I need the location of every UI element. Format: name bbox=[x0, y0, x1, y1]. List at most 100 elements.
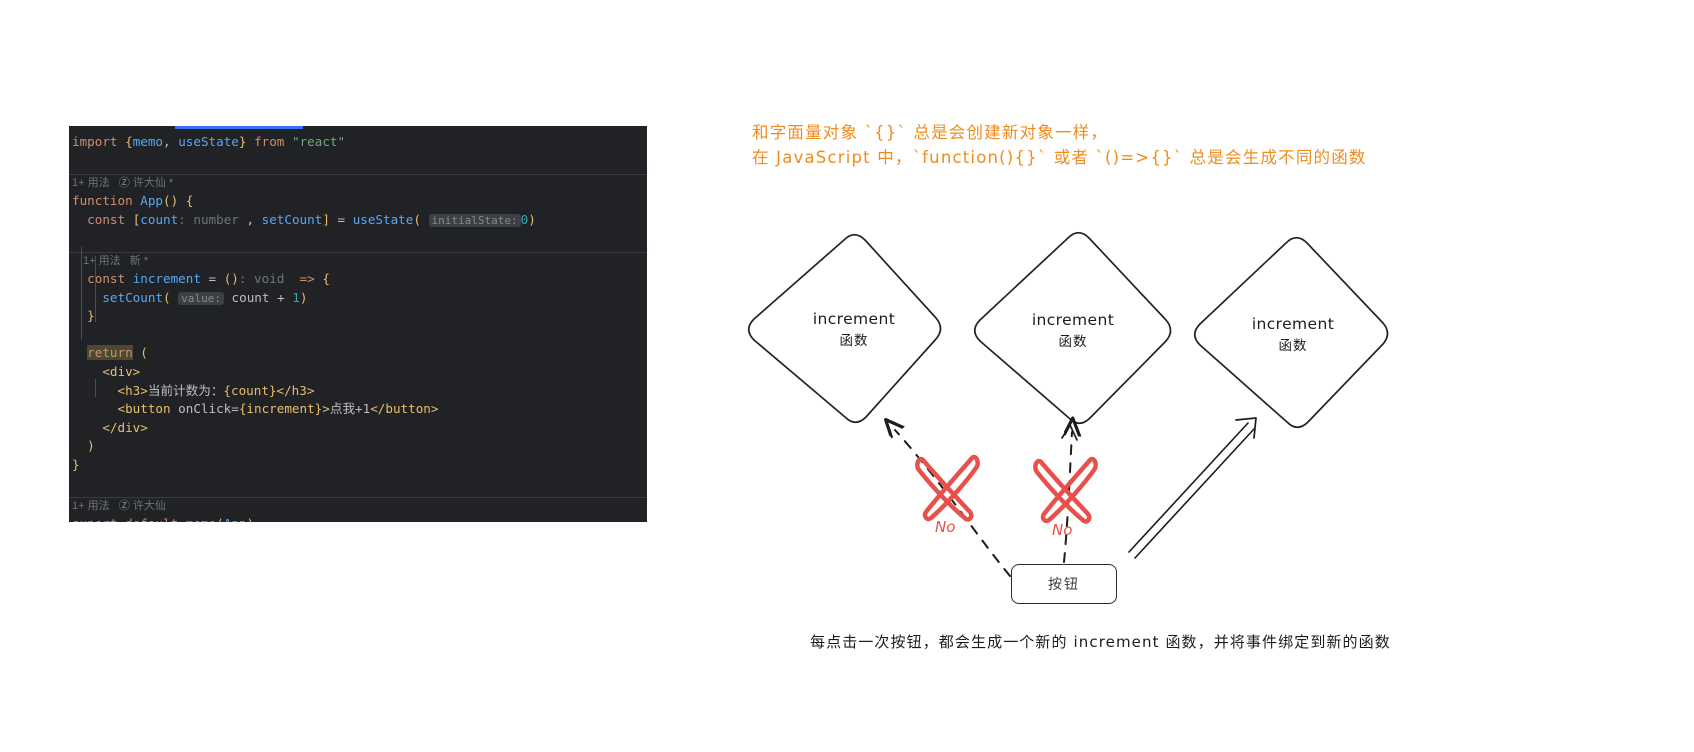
reject-label-2: No bbox=[1052, 521, 1073, 539]
code-line-div-open: <div> bbox=[69, 363, 647, 382]
node-label-3-en: increment bbox=[1251, 315, 1335, 333]
node-label-1: increment 函数 bbox=[764, 310, 944, 349]
arrow-solid-3 bbox=[1128, 422, 1249, 553]
code-editor-panel[interactable]: import {memo, useState} from "react" 1+ … bbox=[69, 126, 647, 522]
return-close-paren: ) bbox=[87, 438, 95, 454]
memo-paren-open: ( bbox=[216, 516, 224, 522]
node-label-1-cn: 函数 bbox=[839, 333, 869, 349]
type-hint-count: : number bbox=[178, 211, 239, 227]
arrow-operator: => bbox=[299, 270, 315, 286]
code-line-import: import {memo, useState} from "react" bbox=[69, 133, 647, 152]
call-paren-close: ) bbox=[528, 211, 536, 227]
screenshot-root: import {memo, useState} from "react" 1+ … bbox=[0, 0, 1694, 752]
indent-guide bbox=[81, 247, 82, 340]
arrow-parens: () bbox=[223, 270, 239, 286]
arrow-tick-2 bbox=[1061, 424, 1078, 441]
button-node-label: 按钮 bbox=[1048, 577, 1080, 593]
code-lens-author[interactable]: 许大仙 bbox=[133, 500, 166, 512]
indent-guide bbox=[95, 256, 96, 266]
reject-mark-2 bbox=[1033, 456, 1098, 524]
jsx-onclick-attr: onClick= bbox=[178, 401, 239, 417]
type-hint-void: : void bbox=[238, 270, 285, 286]
indent-guide bbox=[95, 266, 96, 322]
brace-close: } bbox=[238, 134, 247, 149]
var-increment: increment bbox=[132, 270, 201, 286]
diagram-caption: 每点击一次按钮，都会生成一个新的 increment 函数，并将事件绑定到新的函… bbox=[810, 633, 1391, 651]
import-usestate: useState bbox=[178, 134, 239, 149]
code-line-export: export default memo(App) bbox=[69, 515, 647, 522]
destructure-comma: , bbox=[246, 211, 262, 227]
selection-indicator bbox=[175, 126, 303, 129]
node-label-2-cn: 函数 bbox=[1058, 334, 1088, 350]
call-paren-open: ( bbox=[413, 211, 421, 227]
return-paren: ( bbox=[140, 345, 148, 361]
function-close-brace: } bbox=[72, 456, 80, 472]
code-lens-app[interactable]: 1+ 用法 Ⓩ 许大仙 * bbox=[69, 175, 647, 192]
jsx-h3-close: </h3> bbox=[276, 382, 315, 398]
code-lens-export[interactable]: 1+ 用法 Ⓩ 许大仙 bbox=[69, 498, 647, 515]
arrow-solid-3b bbox=[1134, 428, 1255, 559]
import-memo: memo bbox=[132, 134, 164, 149]
import-comma: , bbox=[163, 134, 179, 149]
var-setcount: setCount bbox=[261, 211, 323, 227]
keyword-default: default bbox=[125, 516, 178, 522]
memo-arg-app: App bbox=[224, 516, 247, 522]
code-line-return-close: ) bbox=[69, 437, 647, 456]
author-icon: Ⓩ bbox=[118, 500, 130, 513]
reject-label-1: No bbox=[935, 518, 956, 536]
keyword-return: return bbox=[87, 345, 133, 361]
code-lens-usages[interactable]: 1+ 用法 bbox=[72, 177, 110, 189]
assign-operator: = bbox=[208, 270, 217, 286]
jsx-div-close: </div> bbox=[102, 419, 148, 435]
code-lens-author[interactable]: 许大仙 * bbox=[133, 177, 173, 189]
ref-count: count bbox=[231, 289, 270, 305]
jsx-h3-text: 当前计数为： bbox=[147, 382, 224, 398]
author-icon: Ⓩ bbox=[118, 177, 130, 190]
code-line-h3: <h3>当前计数为：{count}</h3> bbox=[69, 382, 647, 401]
call-paren-close: ) bbox=[299, 289, 308, 305]
call-setcount: setCount bbox=[102, 289, 164, 305]
jsx-div-open: <div> bbox=[102, 363, 141, 379]
node-label-3-cn: 函数 bbox=[1278, 338, 1308, 354]
code-line-function-close: } bbox=[69, 456, 647, 475]
code-lens-author[interactable]: 新 * bbox=[130, 255, 148, 267]
diagram-panel: 和字面量对象 `{}` 总是会创建新对象一样， 在 JavaScript 中，`… bbox=[680, 0, 1694, 752]
button-node[interactable]: 按钮 bbox=[1011, 564, 1117, 604]
jsx-increment-expression: {increment} bbox=[238, 401, 323, 417]
keyword-import: import bbox=[72, 134, 118, 149]
jsx-gt: > bbox=[322, 401, 330, 417]
code-line-return: return ( bbox=[69, 344, 647, 363]
function-open-brace: { bbox=[185, 193, 194, 209]
node-label-2-en: increment bbox=[1031, 311, 1115, 329]
code-line-setcount: setCount( value: count + 1) bbox=[69, 289, 647, 308]
var-count: count bbox=[140, 211, 179, 227]
function-parens: () bbox=[163, 193, 179, 209]
arrow-open-brace: { bbox=[322, 270, 330, 286]
keyword-export: export bbox=[72, 516, 118, 522]
arrow-dashed-1 bbox=[895, 430, 1011, 577]
code-line-div-close: </div> bbox=[69, 419, 647, 438]
keyword-from: from bbox=[254, 134, 285, 149]
keyword-const: const bbox=[87, 211, 126, 227]
close-brace: } bbox=[87, 308, 95, 324]
module-name: "react" bbox=[292, 134, 346, 149]
code-lens-usages[interactable]: 1+ 用法 bbox=[72, 500, 110, 512]
code-line-close-arrow: } bbox=[69, 307, 647, 326]
assign-operator: = bbox=[337, 211, 346, 227]
jsx-count-expression: {count} bbox=[223, 382, 277, 398]
jsx-button-open: <button bbox=[117, 401, 179, 417]
brace-open: { bbox=[125, 134, 133, 149]
keyword-const: const bbox=[87, 270, 126, 286]
call-memo: memo bbox=[186, 516, 216, 522]
destructure-close: ] bbox=[322, 211, 330, 227]
code-lens-usages[interactable]: 1+ 用法 bbox=[83, 255, 121, 267]
call-paren-open: ( bbox=[163, 289, 171, 305]
node-label-1-en: increment bbox=[812, 310, 896, 328]
code-lens-increment[interactable]: 1+ 用法 新 * bbox=[69, 253, 647, 270]
jsx-button-close: </button> bbox=[370, 401, 439, 417]
param-hint-initialstate: initialState: bbox=[428, 213, 521, 227]
code-line-button: <button onClick={increment}>点我+1</button… bbox=[69, 400, 647, 419]
literal-one: 1 bbox=[292, 289, 300, 305]
arrow-solid-3-head bbox=[1235, 417, 1257, 439]
param-hint-value: value: bbox=[178, 291, 224, 305]
